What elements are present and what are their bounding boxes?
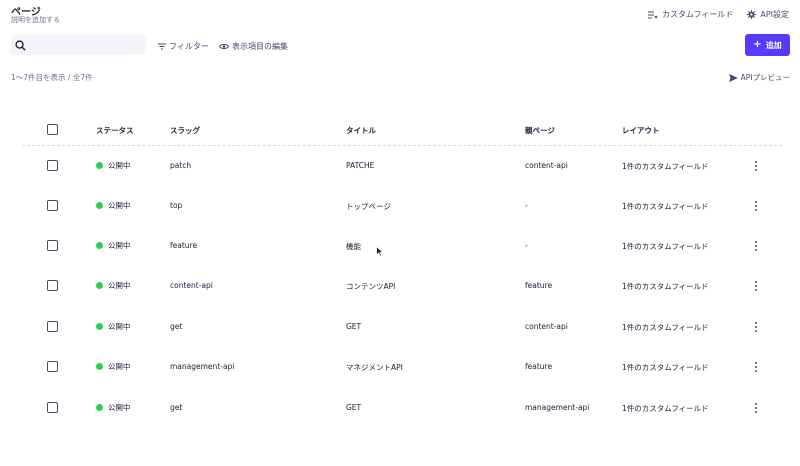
table-row[interactable]: 公開中 get GET content-api 1件のカスタムフィールド	[0, 311, 800, 341]
title-cell: PATCHE	[346, 161, 375, 170]
row-checkbox[interactable]	[47, 280, 58, 291]
filter-label: フィルター	[169, 42, 209, 51]
status-badge: 公開中	[96, 402, 131, 413]
kebab-menu-icon[interactable]	[751, 402, 761, 414]
row-checkbox[interactable]	[47, 160, 58, 171]
filter-button[interactable]: フィルター	[158, 41, 209, 52]
kebab-menu-icon[interactable]	[751, 160, 761, 172]
search-box	[11, 35, 146, 55]
table-row[interactable]: 公開中 patch PATCHE content-api 1件のカスタムフィール…	[0, 150, 800, 180]
status-badge: 公開中	[96, 361, 131, 372]
mouse-cursor-icon	[376, 246, 384, 257]
row-checkbox[interactable]	[47, 240, 58, 251]
api-preview-label: APIプレビュー	[740, 73, 790, 82]
column-header-slug[interactable]: スラッグ	[170, 125, 200, 136]
edit-columns-button[interactable]: 表示項目の編集	[219, 41, 288, 52]
kebab-menu-icon[interactable]	[751, 280, 761, 292]
table-row[interactable]: 公開中 feature 機能 - 1件のカスタムフィールド	[0, 230, 800, 260]
slug-cell: get	[170, 322, 183, 331]
column-header-title[interactable]: タイトル	[346, 125, 376, 136]
layout-cell: 1件のカスタムフィールド	[622, 162, 709, 171]
status-badge: 公開中	[96, 200, 131, 211]
parent-cell: -	[525, 241, 528, 250]
published-dot	[96, 323, 103, 330]
search-icon	[15, 39, 26, 51]
table-row[interactable]: 公開中 content-api コンテンツAPI feature 1件のカスタム…	[0, 270, 800, 300]
title-cell: コンテンツAPI	[346, 282, 396, 291]
add-button-label: 追加	[765, 40, 782, 50]
row-checkbox[interactable]	[47, 402, 58, 413]
api-settings-label: API設定	[760, 10, 789, 19]
plus-icon: +	[753, 39, 762, 50]
custom-field-icon	[647, 10, 658, 19]
result-count: 1〜7件目を表示 / 全7件	[11, 73, 93, 82]
published-dot	[96, 404, 103, 411]
parent-cell: content-api	[525, 161, 568, 170]
slug-cell: patch	[170, 161, 192, 170]
parent-cell: feature	[525, 281, 553, 290]
slug-cell: management-api	[170, 362, 235, 371]
published-dot	[96, 162, 103, 169]
layout-cell: 1件のカスタムフィールド	[622, 404, 709, 413]
layout-cell: 1件のカスタムフィールド	[622, 363, 709, 372]
parent-cell: -	[525, 201, 528, 210]
search-input[interactable]	[30, 37, 140, 53]
published-dot	[96, 363, 103, 370]
slug-cell: top	[170, 201, 183, 210]
title-cell: GET	[346, 322, 362, 331]
title-cell: トップページ	[346, 202, 391, 211]
status-badge: 公開中	[96, 280, 131, 291]
table-header: ステータス スラッグ タイトル 親ページ レイアウト	[0, 122, 800, 138]
page-description-link[interactable]: 説明を追加する	[11, 15, 60, 25]
kebab-menu-icon[interactable]	[751, 361, 761, 373]
row-checkbox[interactable]	[47, 361, 58, 372]
table-row[interactable]: 公開中 get GET management-api 1件のカスタムフィールド	[0, 392, 800, 422]
select-all-checkbox[interactable]	[47, 124, 58, 135]
layout-cell: 1件のカスタムフィールド	[622, 242, 709, 251]
parent-cell: feature	[525, 362, 553, 371]
api-preview-button[interactable]: APIプレビュー	[728, 72, 790, 83]
status-badge: 公開中	[96, 240, 131, 251]
slug-cell: content-api	[170, 281, 213, 290]
published-dot	[96, 242, 103, 249]
slug-cell: get	[170, 403, 183, 412]
row-checkbox[interactable]	[47, 200, 58, 211]
kebab-menu-icon[interactable]	[751, 240, 761, 252]
custom-field-label: カスタムフィールド	[661, 10, 734, 19]
top-actions: カスタムフィールド API設定	[647, 9, 789, 20]
layout-cell: 1件のカスタムフィールド	[622, 282, 709, 291]
status-badge: 公開中	[96, 160, 131, 171]
layout-cell: 1件のカスタムフィールド	[622, 202, 709, 211]
title-cell: マネジメントAPI	[346, 363, 403, 372]
header-divider	[22, 145, 782, 146]
row-checkbox[interactable]	[47, 321, 58, 332]
eye-icon	[219, 44, 229, 49]
slug-cell: feature	[170, 241, 198, 250]
status-badge: 公開中	[96, 321, 131, 332]
title-cell: 機能	[346, 242, 361, 251]
column-header-layout[interactable]: レイアウト	[622, 125, 660, 136]
send-icon	[728, 73, 738, 82]
title-cell: GET	[346, 403, 362, 412]
custom-field-button[interactable]: カスタムフィールド	[647, 9, 734, 20]
parent-cell: content-api	[525, 322, 568, 331]
table-row[interactable]: 公開中 management-api マネジメントAPI feature 1件の…	[0, 351, 800, 381]
edit-columns-label: 表示項目の編集	[232, 42, 288, 51]
kebab-menu-icon[interactable]	[751, 200, 761, 212]
layout-cell: 1件のカスタムフィールド	[622, 323, 709, 332]
filter-icon	[158, 43, 166, 50]
column-header-parent[interactable]: 親ページ	[525, 125, 555, 136]
parent-cell: management-api	[525, 403, 590, 412]
kebab-menu-icon[interactable]	[751, 321, 761, 333]
api-settings-button[interactable]: API設定	[747, 9, 789, 20]
column-header-status[interactable]: ステータス	[96, 125, 134, 136]
gear-icon	[747, 10, 757, 19]
table-row[interactable]: 公開中 top トップページ - 1件のカスタムフィールド	[0, 190, 800, 220]
published-dot	[96, 202, 103, 209]
add-button[interactable]: + 追加	[745, 34, 790, 56]
published-dot	[96, 282, 103, 289]
